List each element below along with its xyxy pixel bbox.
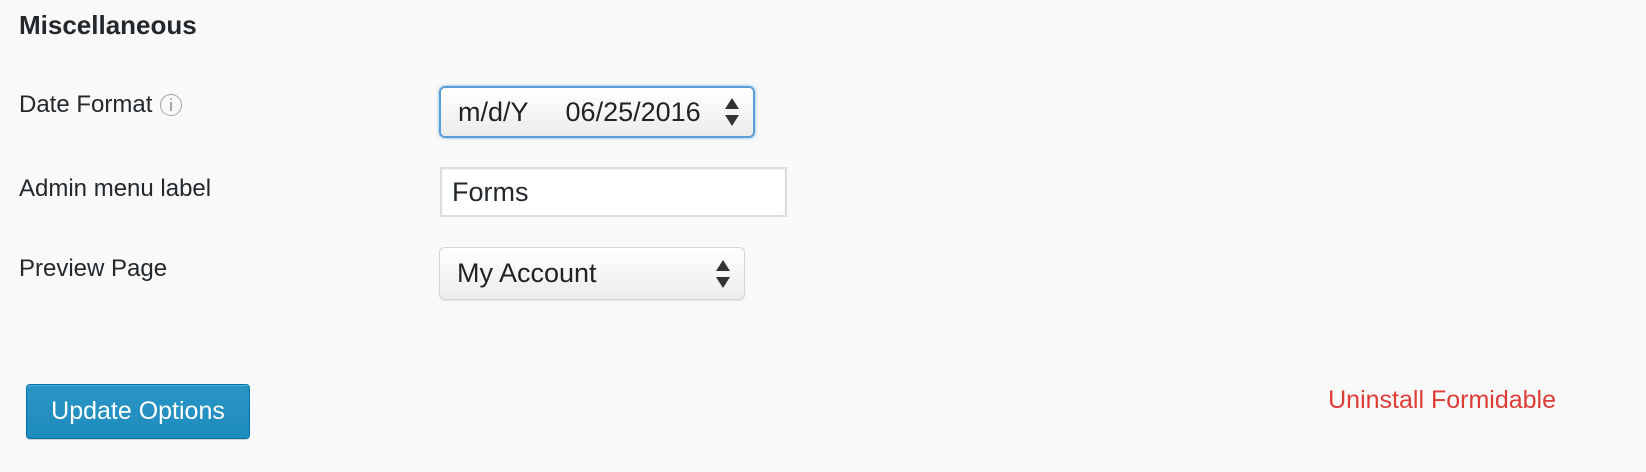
date-format-selected-value: m/d/Y 06/25/2016: [458, 96, 701, 127]
updown-arrows-icon: [725, 98, 739, 126]
admin-menu-label-label: Admin menu label: [19, 175, 212, 202]
preview-page-label: Preview Page: [19, 255, 168, 282]
updown-arrows-icon: [716, 259, 730, 288]
section-title: Miscellaneous: [19, 10, 197, 40]
info-icon[interactable]: [160, 94, 183, 116]
date-format-label: Date Format: [19, 91, 153, 118]
preview-page-selected-value: My Account: [457, 258, 597, 288]
update-options-button[interactable]: Update Options: [26, 384, 250, 439]
preview-page-select[interactable]: My Account: [439, 247, 745, 300]
admin-menu-label-input[interactable]: [440, 167, 787, 217]
uninstall-formidable-link[interactable]: Uninstall Formidable: [1328, 386, 1556, 415]
date-format-row-label: Date Format: [19, 91, 183, 119]
date-format-select[interactable]: m/d/Y 06/25/2016: [439, 86, 755, 138]
